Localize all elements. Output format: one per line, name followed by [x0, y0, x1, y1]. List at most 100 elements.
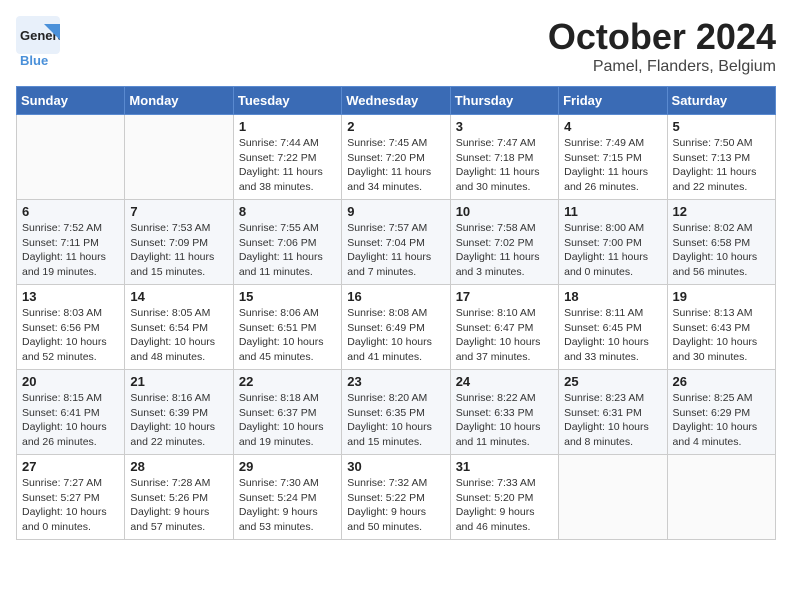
calendar-cell: 17 Sunrise: 8:10 AM Sunset: 6:47 PM Dayli… — [450, 285, 558, 370]
calendar-cell: 19Sunrise: 8:13 AM Sunset: 6:43 PM Dayli… — [667, 285, 775, 370]
page-header: General Blue October 2024 Pamel, Flander… — [16, 16, 776, 76]
day-info: Sunrise: 8:22 AM Sunset: 6:33 PM Dayligh… — [456, 391, 553, 450]
day-number: 4 — [564, 119, 661, 134]
day-info: Sunrise: 8:23 AM Sunset: 6:31 PM Dayligh… — [564, 391, 661, 450]
calendar-cell: 24 Sunrise: 8:22 AM Sunset: 6:33 PM Dayli… — [450, 370, 558, 455]
day-info: Sunrise: 8:02 AM Sunset: 6:58 PM Dayligh… — [673, 221, 770, 280]
logo-icon: General — [16, 16, 60, 54]
day-number: 2 — [347, 119, 444, 134]
day-number: 20 — [22, 374, 119, 389]
week-row-4: 20 Sunrise: 8:15 AM Sunset: 6:41 PM Dayli… — [17, 370, 776, 455]
calendar-cell: 13Sunrise: 8:03 AM Sunset: 6:56 PM Dayli… — [17, 285, 125, 370]
calendar-cell: 30Sunrise: 7:32 AM Sunset: 5:22 PM Dayli… — [342, 455, 450, 540]
calendar-cell — [559, 455, 667, 540]
day-number: 31 — [456, 459, 553, 474]
calendar-cell: 7 Sunrise: 7:53 AM Sunset: 7:09 PM Daylig… — [125, 200, 233, 285]
day-number: 22 — [239, 374, 336, 389]
day-number: 6 — [22, 204, 119, 219]
day-number: 3 — [456, 119, 553, 134]
day-info: Sunrise: 7:33 AM Sunset: 5:20 PM Dayligh… — [456, 476, 553, 535]
day-number: 30 — [347, 459, 444, 474]
day-number: 5 — [673, 119, 770, 134]
calendar-cell: 2 Sunrise: 7:45 AM Sunset: 7:20 PM Daylig… — [342, 115, 450, 200]
day-number: 26 — [673, 374, 770, 389]
day-info: Sunrise: 7:27 AM Sunset: 5:27 PM Dayligh… — [22, 476, 119, 535]
day-number: 23 — [347, 374, 444, 389]
day-number: 18 — [564, 289, 661, 304]
calendar-cell: 6 Sunrise: 7:52 AM Sunset: 7:11 PM Daylig… — [17, 200, 125, 285]
day-number: 1 — [239, 119, 336, 134]
weekday-header-row: SundayMondayTuesdayWednesdayThursdayFrid… — [17, 87, 776, 115]
calendar-table: SundayMondayTuesdayWednesdayThursdayFrid… — [16, 86, 776, 540]
calendar-cell: 28 Sunrise: 7:28 AM Sunset: 5:26 PM Dayli… — [125, 455, 233, 540]
week-row-5: 27 Sunrise: 7:27 AM Sunset: 5:27 PM Dayli… — [17, 455, 776, 540]
day-info: Sunrise: 8:10 AM Sunset: 6:47 PM Dayligh… — [456, 306, 553, 365]
weekday-header-wednesday: Wednesday — [342, 87, 450, 115]
day-number: 16 — [347, 289, 444, 304]
week-row-1: 1 Sunrise: 7:44 AM Sunset: 7:22 PM Daylig… — [17, 115, 776, 200]
calendar-cell: 14Sunrise: 8:05 AM Sunset: 6:54 PM Dayli… — [125, 285, 233, 370]
day-info: Sunrise: 8:03 AM Sunset: 6:56 PM Dayligh… — [22, 306, 119, 365]
calendar-cell: 26 Sunrise: 8:25 AM Sunset: 6:29 PM Dayli… — [667, 370, 775, 455]
day-number: 27 — [22, 459, 119, 474]
calendar-cell: 31 Sunrise: 7:33 AM Sunset: 5:20 PM Dayli… — [450, 455, 558, 540]
calendar-cell: 27 Sunrise: 7:27 AM Sunset: 5:27 PM Dayli… — [17, 455, 125, 540]
calendar-cell: 9 Sunrise: 7:57 AM Sunset: 7:04 PM Daylig… — [342, 200, 450, 285]
day-info: Sunrise: 8:18 AM Sunset: 6:37 PM Dayligh… — [239, 391, 336, 450]
calendar-cell: 11 Sunrise: 8:00 AM Sunset: 7:00 PM Dayli… — [559, 200, 667, 285]
day-number: 11 — [564, 204, 661, 219]
weekday-header-sunday: Sunday — [17, 87, 125, 115]
calendar-cell: 18 Sunrise: 8:11 AM Sunset: 6:45 PM Dayli… — [559, 285, 667, 370]
day-number: 25 — [564, 374, 661, 389]
location: Pamel, Flanders, Belgium — [548, 58, 776, 76]
month-title: October 2024 — [548, 16, 776, 58]
day-info: Sunrise: 8:05 AM Sunset: 6:54 PM Dayligh… — [130, 306, 227, 365]
logo: General Blue — [16, 16, 66, 67]
calendar-cell: 23Sunrise: 8:20 AM Sunset: 6:35 PM Dayli… — [342, 370, 450, 455]
day-number: 9 — [347, 204, 444, 219]
day-info: Sunrise: 8:25 AM Sunset: 6:29 PM Dayligh… — [673, 391, 770, 450]
day-number: 17 — [456, 289, 553, 304]
title-block: October 2024 Pamel, Flanders, Belgium — [548, 16, 776, 76]
day-info: Sunrise: 7:30 AM Sunset: 5:24 PM Dayligh… — [239, 476, 336, 535]
calendar-cell: 25 Sunrise: 8:23 AM Sunset: 6:31 PM Dayli… — [559, 370, 667, 455]
day-number: 24 — [456, 374, 553, 389]
calendar-cell: 4 Sunrise: 7:49 AM Sunset: 7:15 PM Daylig… — [559, 115, 667, 200]
day-info: Sunrise: 8:06 AM Sunset: 6:51 PM Dayligh… — [239, 306, 336, 365]
weekday-header-saturday: Saturday — [667, 87, 775, 115]
day-info: Sunrise: 7:53 AM Sunset: 7:09 PM Dayligh… — [130, 221, 227, 280]
day-info: Sunrise: 8:16 AM Sunset: 6:39 PM Dayligh… — [130, 391, 227, 450]
day-number: 15 — [239, 289, 336, 304]
calendar-cell: 22 Sunrise: 8:18 AM Sunset: 6:37 PM Dayli… — [233, 370, 341, 455]
weekday-header-tuesday: Tuesday — [233, 87, 341, 115]
day-number: 8 — [239, 204, 336, 219]
calendar-cell: 20 Sunrise: 8:15 AM Sunset: 6:41 PM Dayli… — [17, 370, 125, 455]
day-info: Sunrise: 7:28 AM Sunset: 5:26 PM Dayligh… — [130, 476, 227, 535]
day-number: 21 — [130, 374, 227, 389]
day-number: 7 — [130, 204, 227, 219]
calendar-cell: 5 Sunrise: 7:50 AM Sunset: 7:13 PM Daylig… — [667, 115, 775, 200]
day-number: 12 — [673, 204, 770, 219]
calendar-cell: 15 Sunrise: 8:06 AM Sunset: 6:51 PM Dayli… — [233, 285, 341, 370]
day-info: Sunrise: 8:00 AM Sunset: 7:00 PM Dayligh… — [564, 221, 661, 280]
calendar-cell: 12 Sunrise: 8:02 AM Sunset: 6:58 PM Dayli… — [667, 200, 775, 285]
day-number: 29 — [239, 459, 336, 474]
day-info: Sunrise: 7:50 AM Sunset: 7:13 PM Dayligh… — [673, 136, 770, 195]
day-info: Sunrise: 7:52 AM Sunset: 7:11 PM Dayligh… — [22, 221, 119, 280]
day-info: Sunrise: 7:57 AM Sunset: 7:04 PM Dayligh… — [347, 221, 444, 280]
day-info: Sunrise: 7:49 AM Sunset: 7:15 PM Dayligh… — [564, 136, 661, 195]
weekday-header-friday: Friday — [559, 87, 667, 115]
week-row-3: 13Sunrise: 8:03 AM Sunset: 6:56 PM Dayli… — [17, 285, 776, 370]
day-info: Sunrise: 7:44 AM Sunset: 7:22 PM Dayligh… — [239, 136, 336, 195]
calendar-cell: 10Sunrise: 7:58 AM Sunset: 7:02 PM Dayli… — [450, 200, 558, 285]
day-number: 19 — [673, 289, 770, 304]
calendar-cell — [125, 115, 233, 200]
day-info: Sunrise: 7:45 AM Sunset: 7:20 PM Dayligh… — [347, 136, 444, 195]
day-info: Sunrise: 8:15 AM Sunset: 6:41 PM Dayligh… — [22, 391, 119, 450]
calendar-cell: 21 Sunrise: 8:16 AM Sunset: 6:39 PM Dayli… — [125, 370, 233, 455]
calendar-cell: 8Sunrise: 7:55 AM Sunset: 7:06 PM Daylig… — [233, 200, 341, 285]
calendar-cell: 16Sunrise: 8:08 AM Sunset: 6:49 PM Dayli… — [342, 285, 450, 370]
day-info: Sunrise: 8:11 AM Sunset: 6:45 PM Dayligh… — [564, 306, 661, 365]
calendar-cell: 3Sunrise: 7:47 AM Sunset: 7:18 PM Daylig… — [450, 115, 558, 200]
day-number: 28 — [130, 459, 227, 474]
